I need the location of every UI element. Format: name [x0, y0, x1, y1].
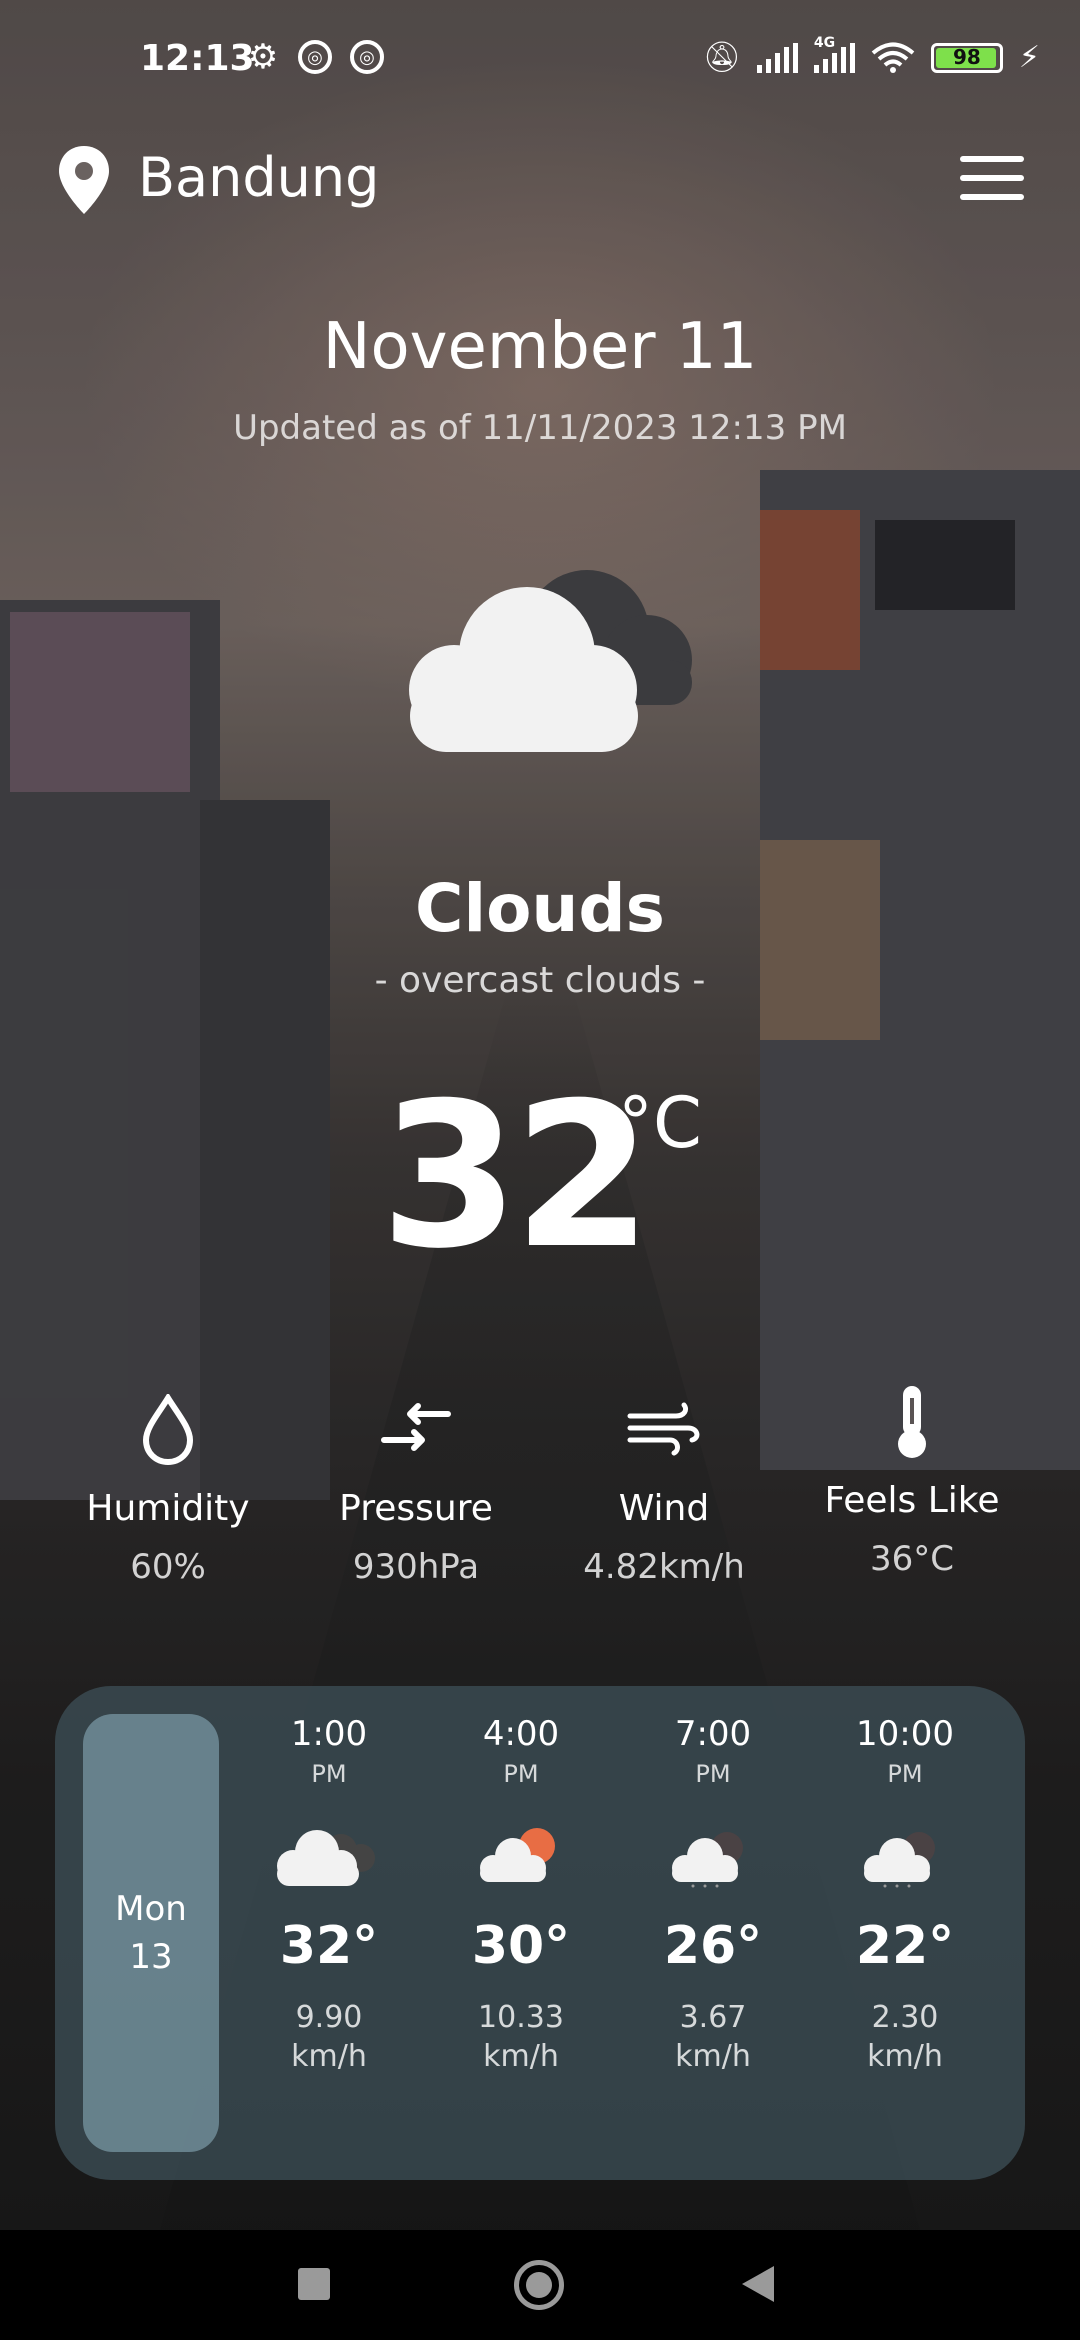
status-time: 12:13 — [140, 38, 255, 79]
stat-wind: Wind 4.82km/h — [544, 1390, 784, 1587]
status-bar: 12:13 ⚙ ◎ ◎ 🔕︎ 4G 98 ⚡︎ — [0, 0, 1080, 120]
wifi-icon — [871, 42, 915, 73]
battery-icon: 98 — [930, 42, 1003, 73]
bell-muted-icon: 🔕︎ — [702, 40, 741, 75]
updated-timestamp: Updated as of 11/11/2023 12:13 PM — [233, 408, 847, 448]
home-icon[interactable] — [514, 2260, 564, 2310]
cloud-rain-icon — [633, 1798, 793, 1908]
hourly-forecast-card[interactable]: Mon 13 1:00 PM 32° 9.90 km/h 4:00 PM 30°… — [55, 1686, 1025, 2180]
current-temperature: 32 — [380, 1060, 652, 1293]
weather-condition: Clouds — [415, 870, 665, 947]
charging-bolt-icon: ⚡︎ — [1018, 40, 1040, 75]
water-drop-icon — [48, 1390, 288, 1470]
thermometer-icon — [792, 1382, 1032, 1462]
weather-description: - overcast clouds - — [374, 960, 706, 1001]
wind-icon — [544, 1390, 784, 1470]
city-name[interactable]: Bandung — [138, 146, 379, 209]
forecast-hour-item[interactable]: 10:00 PM 22° 2.30 km/h — [825, 1714, 985, 2074]
map-pin-icon[interactable] — [56, 144, 112, 216]
sync-icon: ◎ — [298, 40, 332, 74]
signal-icon — [756, 42, 798, 73]
forecast-hour-item[interactable]: 1:00 PM 32° 9.90 km/h — [249, 1714, 409, 2074]
cloud-icon — [249, 1798, 409, 1908]
cloud-rain-icon — [825, 1798, 985, 1908]
cloud-icon — [409, 570, 692, 752]
temperature-unit: °C — [618, 1082, 702, 1164]
hamburger-menu-icon[interactable] — [960, 156, 1024, 200]
back-icon[interactable] — [742, 2266, 774, 2302]
weather-stats: Humidity 60% Pressure 930hPa Wind 4.82km… — [0, 1386, 1080, 1630]
sun-cloud-icon — [441, 1798, 601, 1908]
system-nav-bar — [0, 2230, 1080, 2340]
forecast-hour-item[interactable]: 4:00 PM 30° 10.33 km/h — [441, 1714, 601, 2074]
settings-gear-icon: ⚙ — [247, 37, 279, 77]
stat-pressure: Pressure 930hPa — [296, 1390, 536, 1587]
pressure-arrows-icon — [296, 1390, 536, 1470]
current-date: November 11 — [322, 310, 758, 384]
stat-feels-like: Feels Like 36°C — [792, 1382, 1032, 1579]
stat-humidity: Humidity 60% — [48, 1390, 288, 1587]
header: Bandung — [56, 140, 1024, 220]
sync-icon: ◎ — [350, 40, 384, 74]
recent-apps-icon[interactable] — [298, 2268, 330, 2300]
forecast-day[interactable]: Mon 13 — [83, 1714, 219, 2152]
forecast-hour-item[interactable]: 7:00 PM 26° 3.67 km/h — [633, 1714, 793, 2074]
signal-4g-icon: 4G — [813, 35, 855, 73]
